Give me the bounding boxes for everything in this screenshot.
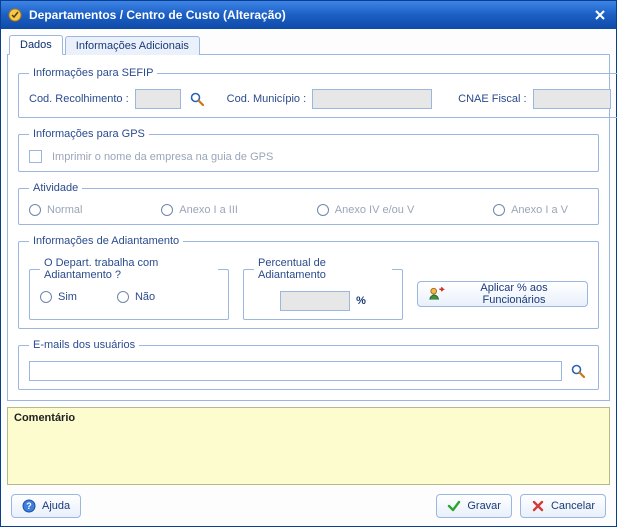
radio-icon: [317, 204, 329, 216]
help-button[interactable]: ? Ajuda: [11, 494, 81, 518]
cancel-icon: [531, 499, 545, 513]
client-area: Dados Informações Adicionais Informações…: [1, 29, 616, 526]
check-icon: [447, 499, 461, 513]
legend-gps: Informações para GPS: [29, 128, 149, 140]
group-atividade: Atividade Normal Anexo I a III Anexo IV …: [18, 182, 599, 225]
radio-atividade-anexo-1-5[interactable]: Anexo I a V: [493, 204, 568, 216]
lookup-emails-button[interactable]: [568, 361, 588, 381]
help-label: Ajuda: [42, 500, 70, 512]
tab-informacoes-adicionais[interactable]: Informações Adicionais: [65, 36, 200, 55]
legend-atividade: Atividade: [29, 182, 82, 194]
radio-label: Anexo IV e/ou V: [335, 204, 415, 216]
help-icon: ?: [22, 499, 36, 513]
search-icon: [570, 363, 586, 379]
window-title: Departamentos / Centro de Custo (Alteraç…: [29, 8, 590, 22]
close-button[interactable]: [590, 6, 610, 24]
titlebar: Departamentos / Centro de Custo (Alteraç…: [1, 1, 616, 29]
legend-emails: E-mails dos usuários: [29, 339, 139, 351]
legend-adiantamento: Informações de Adiantamento: [29, 235, 183, 247]
input-emails[interactable]: [29, 361, 562, 381]
legend-trabalha: O Depart. trabalha com Adiantamento ?: [40, 257, 218, 281]
group-trabalha-adiantamento: O Depart. trabalha com Adiantamento ? Si…: [29, 257, 229, 320]
footer: ? Ajuda Gravar Cancelar: [7, 488, 610, 520]
group-adiantamento: Informações de Adiantamento O Depart. tr…: [18, 235, 599, 329]
radio-icon: [40, 291, 52, 303]
radio-atividade-anexo-1-3[interactable]: Anexo I a III: [161, 204, 238, 216]
group-gps: Informações para GPS Imprimir o nome da …: [18, 128, 599, 172]
apply-users-icon: [428, 285, 445, 303]
input-cod-municipio[interactable]: [312, 89, 432, 109]
svg-text:?: ?: [26, 501, 32, 511]
apply-percent-label: Aplicar % aos Funcionários: [451, 282, 577, 306]
radio-icon: [493, 204, 505, 216]
label-cod-municipio: Cod. Município :: [227, 93, 306, 105]
radio-label: Sim: [58, 291, 77, 303]
radio-label: Não: [135, 291, 155, 303]
radio-icon: [161, 204, 173, 216]
input-cod-recolhimento[interactable]: [135, 89, 181, 109]
percent-symbol: %: [356, 295, 366, 307]
group-sefip: Informações para SEFIP Cod. Recolhimento…: [18, 67, 617, 118]
cancel-label: Cancelar: [551, 500, 595, 512]
tab-dados[interactable]: Dados: [9, 35, 63, 55]
input-percentual[interactable]: [280, 291, 350, 311]
close-icon: [595, 10, 605, 20]
label-cod-recolhimento: Cod. Recolhimento :: [29, 93, 129, 105]
tab-body: Informações para SEFIP Cod. Recolhimento…: [7, 55, 610, 401]
legend-sefip: Informações para SEFIP: [29, 67, 157, 79]
radio-label: Anexo I a V: [511, 204, 568, 216]
save-label: Gravar: [467, 500, 501, 512]
radio-icon: [117, 291, 129, 303]
cancel-button[interactable]: Cancelar: [520, 494, 606, 518]
legend-percentual: Percentual de Adiantamento: [254, 257, 392, 281]
input-cnae[interactable]: [533, 89, 611, 109]
radio-adiantamento-sim[interactable]: Sim: [40, 291, 77, 303]
radio-adiantamento-nao[interactable]: Não: [117, 291, 155, 303]
radio-atividade-normal[interactable]: Normal: [29, 204, 82, 216]
radio-label: Anexo I a III: [179, 204, 238, 216]
dialog-window: Departamentos / Centro de Custo (Alteraç…: [0, 0, 617, 527]
app-icon: [7, 7, 23, 23]
radio-label: Normal: [47, 204, 82, 216]
label-cnae: CNAE Fiscal :: [458, 93, 526, 105]
checkbox-imprimir-nome[interactable]: [29, 150, 42, 163]
lookup-cod-recolhimento-button[interactable]: [187, 89, 207, 109]
save-button[interactable]: Gravar: [436, 494, 512, 518]
group-percentual: Percentual de Adiantamento %: [243, 257, 403, 320]
tabstrip: Dados Informações Adicionais: [7, 33, 610, 55]
apply-percent-button[interactable]: Aplicar % aos Funcionários: [417, 281, 588, 307]
radio-atividade-anexo-4-5[interactable]: Anexo IV e/ou V: [317, 204, 415, 216]
group-emails: E-mails dos usuários: [18, 339, 599, 390]
search-icon: [189, 91, 205, 107]
radio-icon: [29, 204, 41, 216]
comment-box[interactable]: Comentário: [7, 407, 610, 485]
label-imprimir-nome: Imprimir o nome da empresa na guia de GP…: [52, 151, 273, 163]
comment-label: Comentário: [14, 412, 75, 424]
